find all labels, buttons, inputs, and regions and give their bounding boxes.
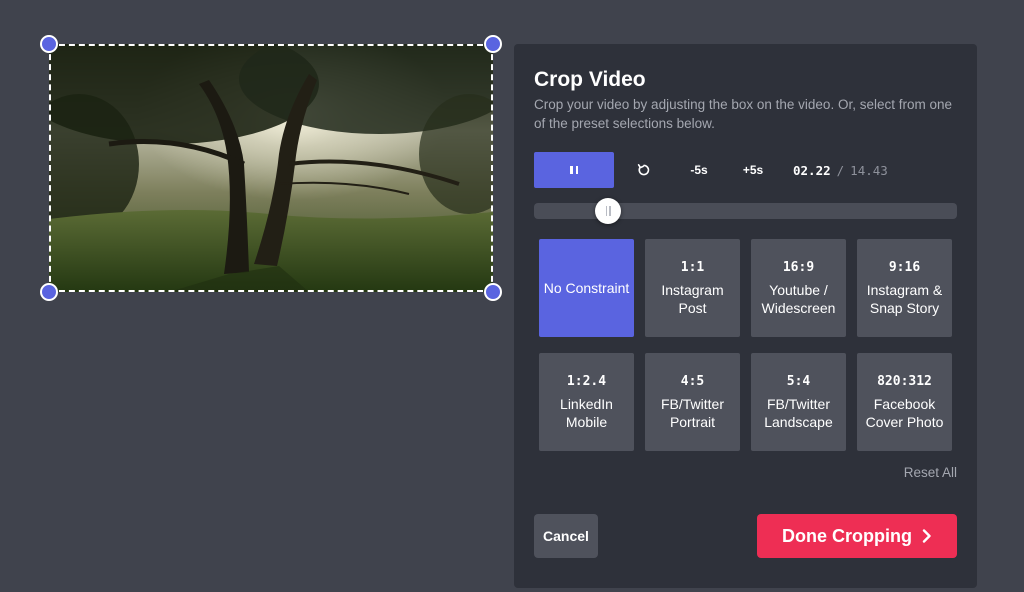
preset-ratio: 9:16 [888,259,921,275]
preset-4[interactable]: 9:16 Instagram & Snap Story [857,239,952,337]
preset-ratio: 4:5 [680,373,705,389]
preset-ratio: 16:9 [782,259,815,275]
video-preview[interactable] [40,35,502,301]
preset-label: FB/Twitter Landscape [764,395,833,430]
panel-title: Crop Video [534,68,646,91]
pause-icon [570,166,578,174]
chevron-right-icon [922,529,931,543]
time-readout: 02.22 / 14.43 [793,152,888,188]
time-separator: / [836,162,845,178]
crop-handle-bottom-right[interactable] [484,283,502,301]
preset-grid: No Constraint 1:1 Instagram Post 16:9 Youtub… [539,239,952,451]
cancel-button[interactable]: Cancel [534,514,598,558]
preset-label: FB/Twitter Portrait [660,395,724,430]
skip-back-button[interactable]: -5s [682,152,716,188]
skip-forward-button[interactable]: +5s [736,152,770,188]
preset-label: No Constraint [543,280,630,296]
preset-1[interactable]: No Constraint [539,239,634,337]
crop-handle-bottom-left[interactable] [40,283,58,301]
done-cropping-label: Done Cropping [782,525,912,546]
preset-label: LinkedIn Mobile [560,395,613,430]
seek-thumb[interactable] [595,198,622,224]
crop-handle-top-left[interactable] [40,35,58,53]
preset-7[interactable]: 5:4 FB/Twitter Landscape [751,353,846,451]
preset-5[interactable]: 1:2.4 LinkedIn Mobile [539,353,634,451]
pause-button[interactable] [534,152,614,188]
forest-scene-image [49,44,493,292]
preset-ratio: 1:2.4 [566,373,607,389]
preset-ratio: 5:4 [786,373,811,389]
preset-ratio: 820:312 [877,373,932,389]
preset-2[interactable]: 1:1 Instagram Post [645,239,740,337]
rotate-left-icon [637,164,650,176]
duration: 14.43 [850,162,888,178]
done-cropping-button[interactable]: Done Cropping [757,514,957,558]
current-time: 02.22 [793,162,831,178]
preset-label: Facebook Cover Photo [865,395,944,430]
crop-panel: Crop Video Crop your video by adjusting … [514,44,977,588]
video-frame [49,44,493,292]
preset-label: Youtube / Widescreen [761,281,836,316]
restart-button[interactable] [630,152,658,188]
crop-handle-top-right[interactable] [484,35,502,53]
reset-all-link[interactable]: Reset All [904,465,957,480]
preset-8[interactable]: 820:312 Facebook Cover Photo [857,353,952,451]
preset-ratio: 1:1 [680,259,705,275]
preset-label: Instagram Post [661,281,724,316]
preset-3[interactable]: 16:9 Youtube / Widescreen [751,239,846,337]
preset-6[interactable]: 4:5 FB/Twitter Portrait [645,353,740,451]
preset-label: Instagram & Snap Story [866,281,943,316]
panel-description: Crop your video by adjusting the box on … [534,97,952,131]
